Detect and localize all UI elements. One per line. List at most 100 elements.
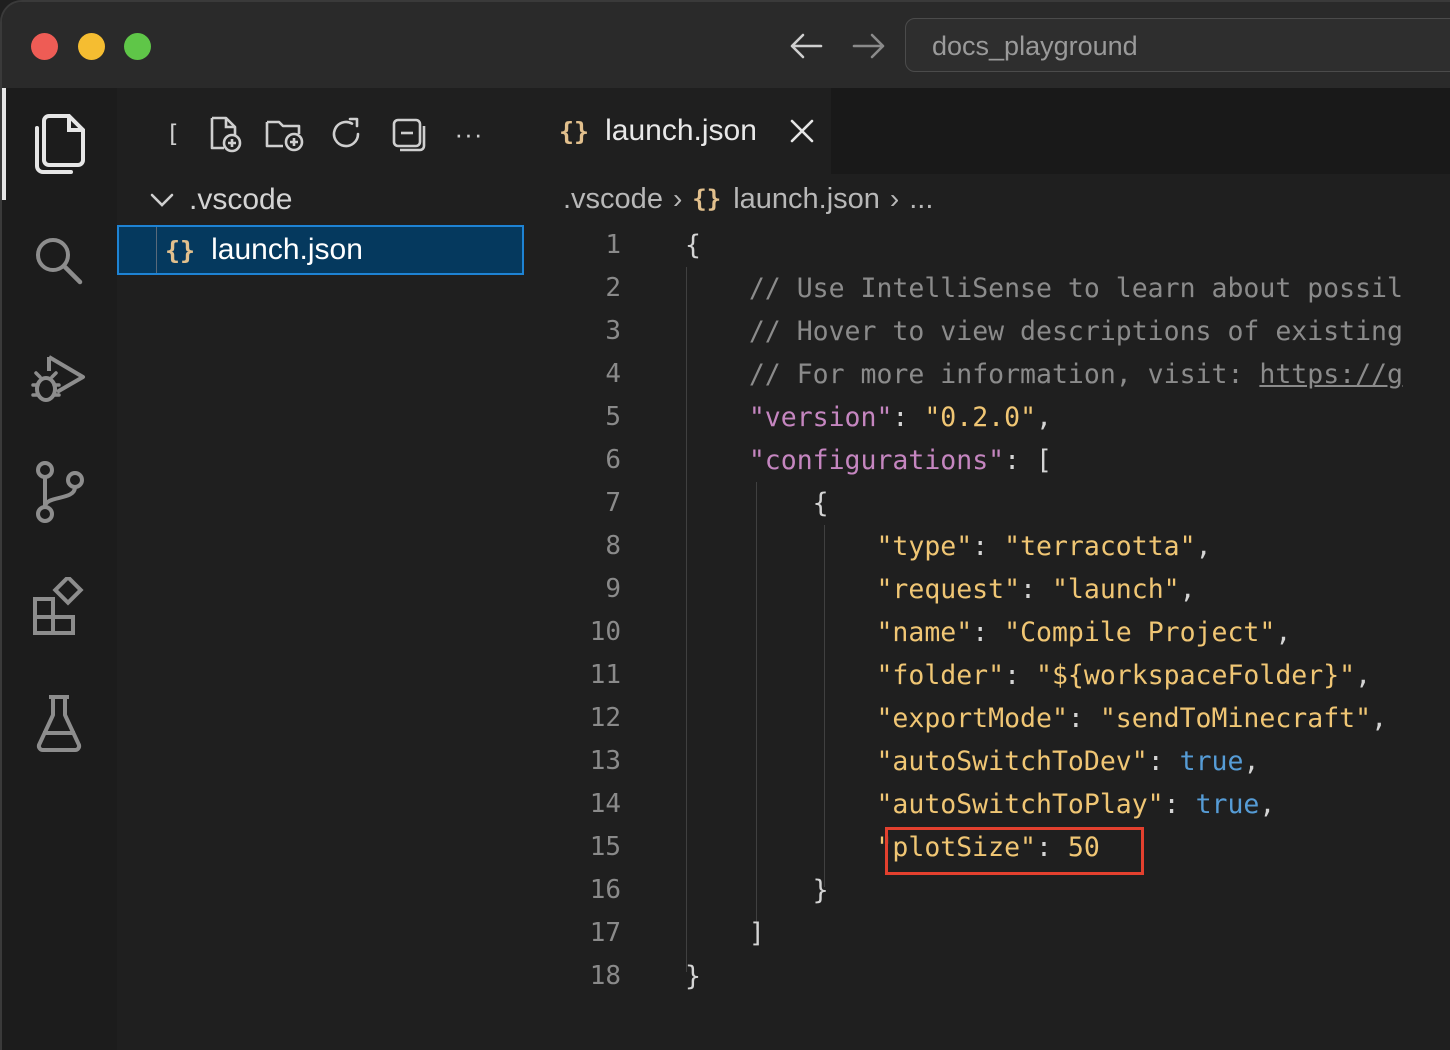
code-text: ] <box>748 918 765 949</box>
refresh-icon <box>332 117 360 148</box>
go-back-button[interactable] <box>784 28 828 64</box>
code-line: 8 "type": "terracotta", <box>535 525 1450 568</box>
line-number: 8 <box>605 531 621 561</box>
code-line: 1 { <box>535 224 1450 267</box>
activity-source-control[interactable] <box>24 457 94 527</box>
activity-testing[interactable] <box>24 688 94 758</box>
code-line: 17 ] <box>535 912 1450 955</box>
code-text: "folder": "${workspaceFolder}", <box>876 660 1372 691</box>
testing-icon <box>36 695 82 752</box>
code-line: 9 "request": "launch", <box>535 568 1450 611</box>
line-number: 12 <box>589 703 621 733</box>
breadcrumb-file[interactable]: launch.json <box>733 183 880 216</box>
code-link[interactable]: https://g <box>1259 359 1403 390</box>
bracket-icon: [ <box>165 120 181 148</box>
folder-label: .vscode <box>189 183 293 216</box>
code-editor[interactable]: 1 { 2 // Use IntelliSense to learn about… <box>535 224 1450 1050</box>
code-text: "version": "0.2.0", <box>748 402 1052 433</box>
line-number: 17 <box>589 918 621 948</box>
arrow-right-icon <box>852 33 885 59</box>
code-text: // Use IntelliSense to learn about possi… <box>748 273 1403 304</box>
chevron-right-icon: › <box>672 183 683 214</box>
activity-search[interactable] <box>24 226 94 296</box>
extensions-icon <box>33 577 84 635</box>
new-file-button[interactable] <box>202 112 246 156</box>
activity-run-debug[interactable] <box>24 342 94 412</box>
code-text: // Hover to view descriptions of existin… <box>748 316 1403 347</box>
code-line: 10 "name": "Compile Project", <box>535 611 1450 654</box>
refresh-explorer-button[interactable] <box>324 112 368 156</box>
chevron-down-icon <box>150 193 174 207</box>
line-number: 2 <box>605 273 621 303</box>
code-line: 14 "autoSwitchToPlay": true, <box>535 783 1450 826</box>
new-folder-button[interactable] <box>262 112 306 156</box>
new-folder-icon <box>265 120 304 152</box>
code-text: "exportMode": "sendToMinecraft", <box>876 703 1388 734</box>
title-bar: docs_playground <box>2 2 1450 88</box>
code-line: 5 "version": "0.2.0", <box>535 396 1450 439</box>
code-line: 4 // For more information, visit: https:… <box>535 353 1450 396</box>
line-number: 16 <box>589 875 621 905</box>
line-number: 4 <box>605 359 621 389</box>
folder-vscode[interactable]: .vscode <box>147 180 292 220</box>
line-number: 5 <box>605 402 621 432</box>
explorer-sidebar: [··· .vscode {} launch.json <box>117 88 535 1050</box>
code-text: "name": "Compile Project", <box>876 617 1292 648</box>
code-text: // For more information, visit: https://… <box>748 359 1403 390</box>
code-line: 12 "exportMode": "sendToMinecraft", <box>535 697 1450 740</box>
command-center-text: docs_playground <box>932 31 1138 61</box>
line-number: 6 <box>605 445 621 475</box>
code-line: 7 { <box>535 482 1450 525</box>
json-breadcrumb-icon: {} <box>692 185 722 213</box>
go-forward-button[interactable] <box>847 28 891 64</box>
collapse-folders-button[interactable] <box>386 112 430 156</box>
active-indicator <box>2 88 6 200</box>
more-actions-button[interactable]: ··· <box>447 112 491 156</box>
close-window-button[interactable] <box>31 33 58 60</box>
code-text: { <box>685 230 701 261</box>
explorer-icon <box>35 114 85 174</box>
activity-extensions[interactable] <box>24 572 94 642</box>
code-text: "request": "launch", <box>876 574 1196 605</box>
tab-launch-json[interactable]: {} launch.json <box>535 88 831 174</box>
plotsize-highlight-annotation <box>885 827 1144 875</box>
command-center-search[interactable]: docs_playground <box>905 18 1450 72</box>
run-debug-icon <box>31 355 85 402</box>
line-number: 18 <box>589 961 621 991</box>
breadcrumb-more[interactable]: ... <box>909 183 933 216</box>
code-line: 3 // Hover to view descriptions of exist… <box>535 310 1450 353</box>
code-text: "configurations": [ <box>748 445 1052 476</box>
vscode-window: docs_playground [··· .vscode {} launch.… <box>0 0 1450 1050</box>
line-number: 11 <box>589 660 621 690</box>
new-file-icon <box>210 116 242 153</box>
close-icon[interactable] <box>787 116 817 146</box>
line-number: 15 <box>589 832 621 862</box>
minimize-window-button[interactable] <box>78 33 105 60</box>
line-number: 13 <box>589 746 621 776</box>
editor-tab-bar: {} launch.json <box>535 88 1450 174</box>
activity-bar <box>2 88 117 1050</box>
sidebar-overflow-edge: [ <box>151 112 195 156</box>
code-text: "autoSwitchToPlay": true, <box>876 789 1276 820</box>
activity-explorer[interactable] <box>24 109 94 179</box>
maximize-window-button[interactable] <box>124 33 151 60</box>
code-line: 18 } <box>535 955 1450 998</box>
file-launch-json[interactable]: {} launch.json <box>117 225 524 275</box>
code-text: } <box>685 961 701 992</box>
line-number: 14 <box>589 789 621 819</box>
source-control-icon <box>36 461 84 523</box>
line-number: 10 <box>589 617 621 647</box>
arrow-left-icon <box>790 33 823 59</box>
collapse-all-icon <box>392 118 426 152</box>
line-number: 3 <box>605 316 621 346</box>
code-text: "autoSwitchToDev": true, <box>876 746 1260 777</box>
breadcrumb-folder[interactable]: .vscode <box>563 183 663 216</box>
breadcrumb: .vscode › {} launch.json › ... <box>535 174 1450 224</box>
chevron-right-icon: › <box>889 183 900 214</box>
line-number: 1 <box>605 230 621 260</box>
json-tab-icon: {} <box>559 116 590 146</box>
tree-indent-guide <box>156 227 157 273</box>
search-icon <box>36 238 83 285</box>
code-line: 13 "autoSwitchToDev": true, <box>535 740 1450 783</box>
file-label: launch.json <box>211 233 363 266</box>
